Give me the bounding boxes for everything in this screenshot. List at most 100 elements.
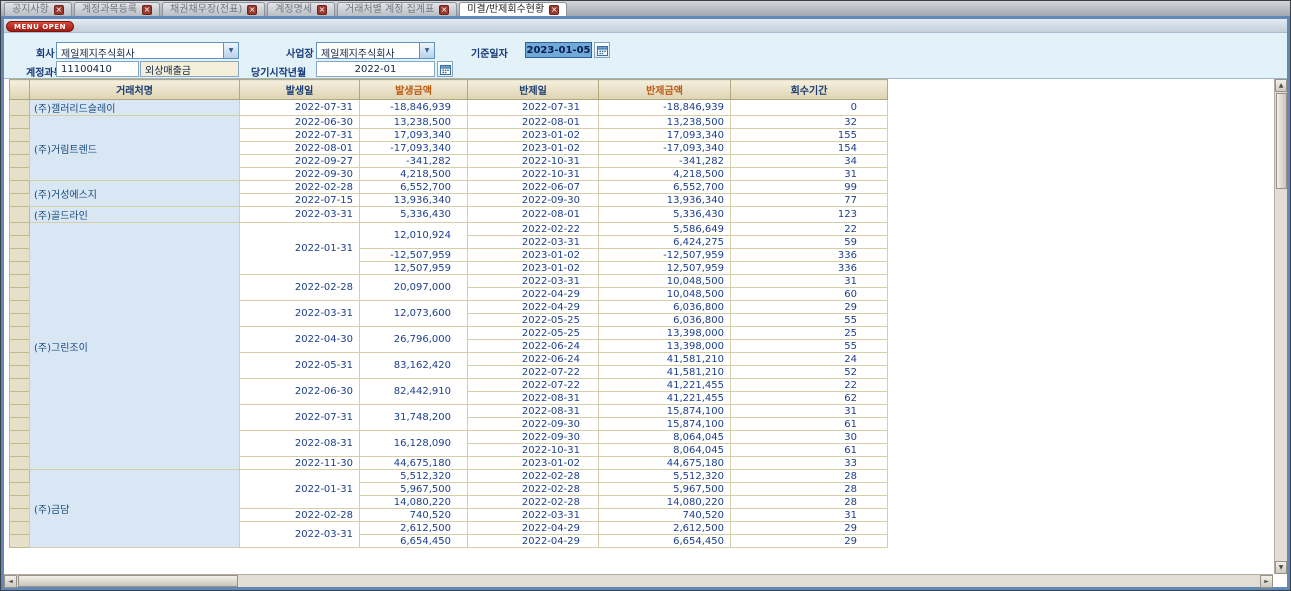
account-code-input[interactable]: 11100410 — [56, 61, 139, 77]
occur-date-cell[interactable]: 2022-09-30 — [240, 168, 360, 181]
customer-name-cell[interactable]: (주)골드라인 — [30, 207, 240, 223]
settle-date-cell[interactable]: 2022-03-31 — [468, 275, 599, 288]
occur-date-cell[interactable]: 2022-07-15 — [240, 194, 360, 207]
occur-amount-cell[interactable]: 12,010,924 — [360, 223, 468, 249]
tab-계정과목등록[interactable]: 계정과목등록× — [74, 2, 160, 16]
settle-date-cell[interactable]: 2022-04-29 — [468, 288, 599, 301]
settle-amount-cell[interactable]: 44,675,180 — [599, 457, 731, 470]
occur-date-cell[interactable]: 2022-07-31 — [240, 129, 360, 142]
occur-amount-cell[interactable]: 83,162,420 — [360, 353, 468, 379]
collection-period-cell[interactable]: 28 — [731, 483, 888, 496]
collection-period-cell[interactable]: 99 — [731, 181, 888, 194]
row-indicator[interactable] — [10, 168, 30, 181]
settle-amount-cell[interactable]: 41,221,455 — [599, 392, 731, 405]
settle-amount-cell[interactable]: 15,874,100 — [599, 405, 731, 418]
occur-date-cell[interactable]: 2022-05-31 — [240, 353, 360, 379]
row-indicator[interactable] — [10, 483, 30, 496]
tab-채권채무장(전표)[interactable]: 채권채무장(전표)× — [162, 2, 265, 16]
settle-amount-cell[interactable]: 13,238,500 — [599, 116, 731, 129]
row-indicator[interactable] — [10, 236, 30, 249]
row-indicator[interactable] — [10, 353, 30, 366]
row-indicator[interactable] — [10, 496, 30, 509]
settle-date-cell[interactable]: 2022-08-01 — [468, 116, 599, 129]
row-indicator[interactable] — [10, 509, 30, 522]
horizontal-scrollbar-track[interactable] — [238, 575, 1260, 587]
row-indicator[interactable] — [10, 379, 30, 392]
row-indicator[interactable] — [10, 194, 30, 207]
settle-amount-cell[interactable]: 5,967,500 — [599, 483, 731, 496]
settle-date-cell[interactable]: 2022-02-28 — [468, 496, 599, 509]
settle-date-cell[interactable]: 2022-08-01 — [468, 207, 599, 223]
settle-date-cell[interactable]: 2023-01-02 — [468, 142, 599, 155]
occur-date-cell[interactable]: 2022-03-31 — [240, 522, 360, 548]
settle-amount-cell[interactable]: 10,048,500 — [599, 275, 731, 288]
settle-amount-cell[interactable]: 41,581,210 — [599, 353, 731, 366]
row-indicator[interactable] — [10, 262, 30, 275]
occur-amount-cell[interactable]: 44,675,180 — [360, 457, 468, 470]
collection-period-cell[interactable]: 123 — [731, 207, 888, 223]
site-select[interactable]: 제일제지주식회사 ▼ — [316, 42, 435, 59]
settle-amount-cell[interactable]: 4,218,500 — [599, 168, 731, 181]
occur-amount-cell[interactable]: 17,093,340 — [360, 129, 468, 142]
occur-amount-cell[interactable]: -341,282 — [360, 155, 468, 168]
settle-date-cell[interactable]: 2022-04-29 — [468, 301, 599, 314]
occur-date-cell[interactable]: 2022-06-30 — [240, 379, 360, 405]
row-indicator[interactable] — [10, 327, 30, 340]
tab-공지사항[interactable]: 공지사항× — [4, 2, 72, 16]
occur-date-cell[interactable]: 2022-02-28 — [240, 509, 360, 522]
customer-name-cell[interactable]: (주)갤러리드슬레이 — [30, 100, 240, 116]
settle-amount-cell[interactable]: -341,282 — [599, 155, 731, 168]
occur-amount-cell[interactable]: 12,073,600 — [360, 301, 468, 327]
settle-amount-cell[interactable]: 17,093,340 — [599, 129, 731, 142]
occur-amount-cell[interactable]: 5,967,500 — [360, 483, 468, 496]
row-indicator[interactable] — [10, 340, 30, 353]
row-indicator[interactable] — [10, 522, 30, 535]
collection-period-cell[interactable]: 22 — [731, 223, 888, 236]
vertical-scrollbar-thumb[interactable] — [1276, 93, 1287, 189]
row-indicator[interactable] — [10, 405, 30, 418]
occur-amount-cell[interactable]: 20,097,000 — [360, 275, 468, 301]
settle-amount-cell[interactable]: 5,512,320 — [599, 470, 731, 483]
collection-period-cell[interactable]: 55 — [731, 340, 888, 353]
settle-amount-cell[interactable]: -12,507,959 — [599, 249, 731, 262]
settle-amount-cell[interactable]: 6,552,700 — [599, 181, 731, 194]
settle-amount-cell[interactable]: 12,507,959 — [599, 262, 731, 275]
settle-amount-cell[interactable]: -18,846,939 — [599, 100, 731, 116]
occur-date-cell[interactable]: 2022-06-30 — [240, 116, 360, 129]
occur-amount-cell[interactable]: 5,336,430 — [360, 207, 468, 223]
row-indicator[interactable] — [10, 301, 30, 314]
settle-amount-cell[interactable]: -17,093,340 — [599, 142, 731, 155]
customer-name-cell[interactable]: (주)거성에스지 — [30, 181, 240, 207]
settle-amount-cell[interactable]: 2,612,500 — [599, 522, 731, 535]
settle-amount-cell[interactable]: 6,036,800 — [599, 314, 731, 327]
row-indicator[interactable] — [10, 444, 30, 457]
collection-period-cell[interactable]: 55 — [731, 314, 888, 327]
company-select[interactable]: 제일제지주식회사 ▼ — [56, 42, 239, 59]
occur-amount-cell[interactable]: 5,512,320 — [360, 470, 468, 483]
row-indicator[interactable] — [10, 535, 30, 548]
tab-close-icon[interactable]: × — [142, 5, 152, 15]
row-indicator[interactable] — [10, 431, 30, 444]
settle-amount-cell[interactable]: 14,080,220 — [599, 496, 731, 509]
settle-amount-cell[interactable]: 5,586,649 — [599, 223, 731, 236]
occur-amount-cell[interactable]: 16,128,090 — [360, 431, 468, 457]
settle-date-cell[interactable]: 2022-10-31 — [468, 168, 599, 181]
customer-name-cell[interactable]: (주)금담 — [30, 470, 240, 548]
occur-amount-cell[interactable]: 6,552,700 — [360, 181, 468, 194]
row-indicator[interactable] — [10, 275, 30, 288]
settle-date-cell[interactable]: 2022-03-31 — [468, 236, 599, 249]
collection-period-cell[interactable]: 77 — [731, 194, 888, 207]
settle-amount-cell[interactable]: 5,336,430 — [599, 207, 731, 223]
settle-date-cell[interactable]: 2023-01-02 — [468, 457, 599, 470]
collection-period-cell[interactable]: 33 — [731, 457, 888, 470]
customer-name-cell[interactable]: (주)거림트렌드 — [30, 116, 240, 181]
occur-amount-cell[interactable]: 31,748,200 — [360, 405, 468, 431]
settle-date-cell[interactable]: 2022-04-29 — [468, 522, 599, 535]
settle-date-cell[interactable]: 2022-02-28 — [468, 483, 599, 496]
occur-amount-cell[interactable]: 4,218,500 — [360, 168, 468, 181]
row-indicator[interactable] — [10, 116, 30, 129]
occur-amount-cell[interactable]: 13,936,340 — [360, 194, 468, 207]
collection-period-cell[interactable]: 31 — [731, 509, 888, 522]
collection-period-cell[interactable]: 34 — [731, 155, 888, 168]
collection-period-cell[interactable]: 336 — [731, 249, 888, 262]
